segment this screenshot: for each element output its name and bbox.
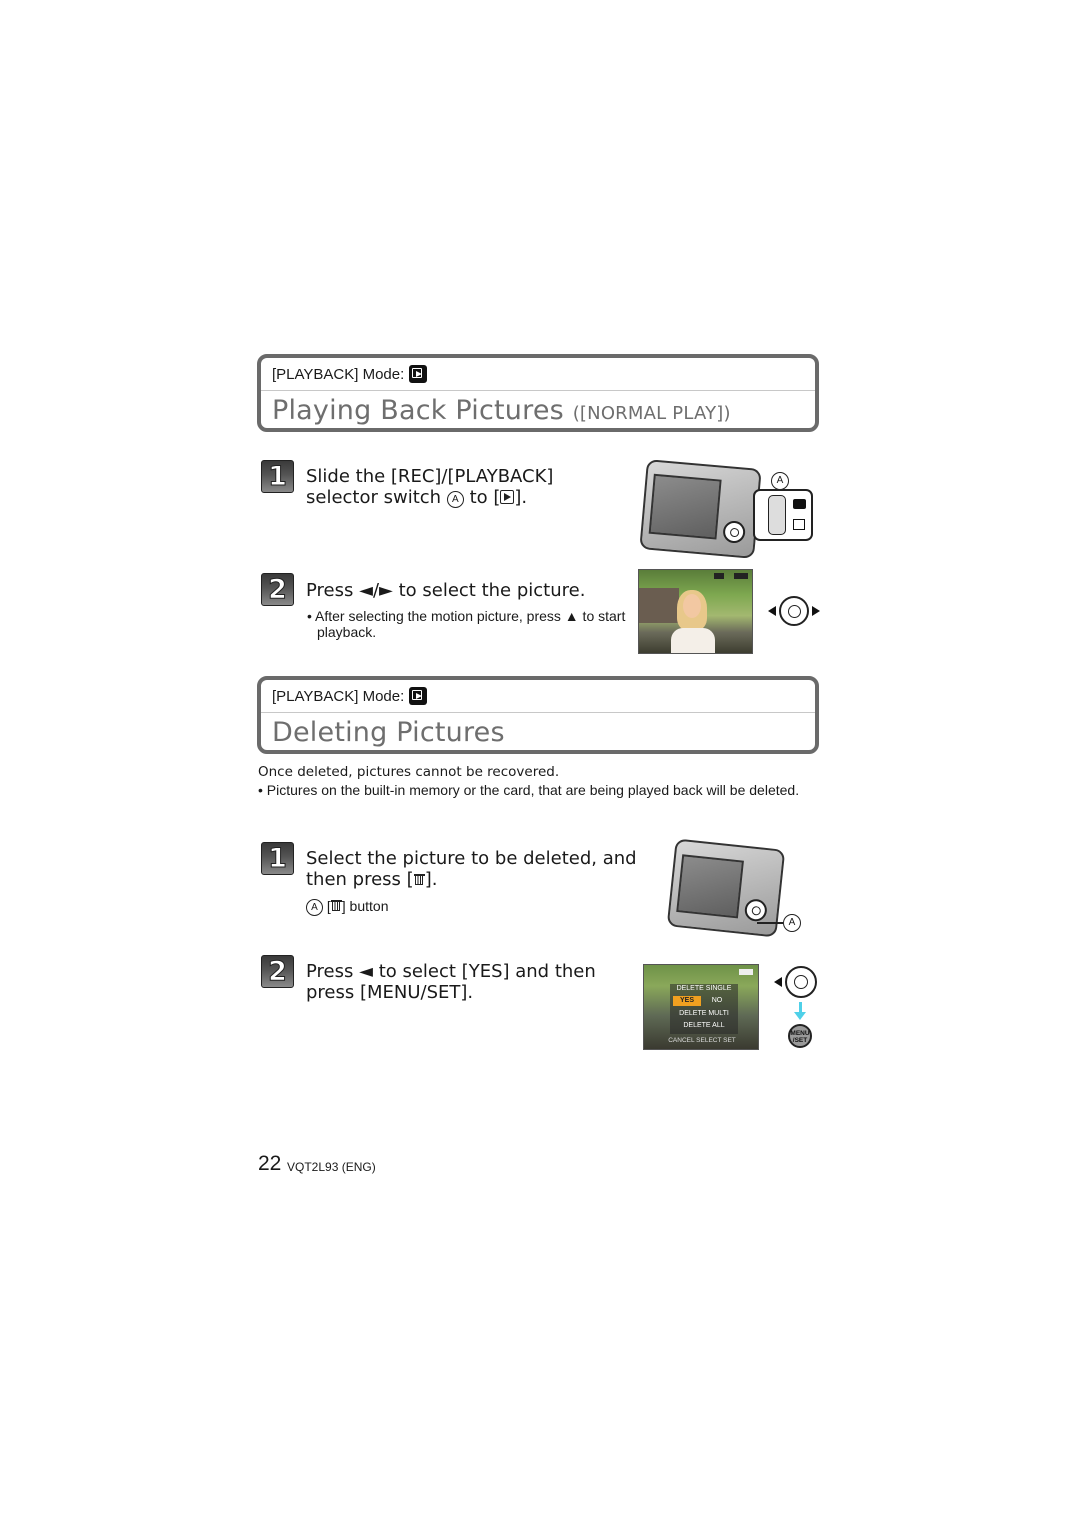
menu-option-yes[interactable]: YES (673, 996, 701, 1006)
battery-icon (734, 573, 748, 579)
section-title-text: Playing Back Pictures (272, 395, 564, 426)
delete-button-caption: A [] button (306, 898, 388, 916)
callout-a-icon: A (783, 914, 801, 932)
delete-menu-screen: DELETE SINGLE YES NO DELETE MULTI DELETE… (643, 964, 759, 1050)
line2-pre: then press [ (306, 869, 414, 890)
delete-warning: Once deleted, pictures cannot be recover… (258, 764, 560, 780)
dpad-icon (743, 898, 768, 923)
step-1-line2-post: ]. (514, 487, 528, 508)
playback-icon (793, 519, 805, 530)
camera-back-illustration: A (639, 459, 820, 560)
battery-icon (739, 969, 753, 975)
step-2-text: Press ◄/► to select the picture. (306, 580, 585, 601)
step-number-badge: 2 (261, 573, 294, 606)
playback-mode-icon (409, 365, 428, 383)
photo-roof (639, 588, 679, 623)
left-arrow-icon (768, 606, 776, 616)
playback-mode-icon (409, 687, 428, 705)
menu-item-delete-multi[interactable]: DELETE MULTI (672, 1010, 736, 1017)
left-arrow-icon: ◄ (359, 961, 373, 982)
delete-step-1-text: Select the picture to be deleted, and th… (306, 848, 637, 890)
delete-step-2-line1: Press ◄ to select [YES] and then (306, 961, 596, 982)
step-2-pre: Press (306, 580, 354, 601)
step-1-line2-mid: to [ (469, 487, 501, 508)
delete-step-1-line2: then press []. (306, 869, 637, 890)
mode-label: [PLAYBACK] Mode: (272, 687, 405, 705)
camera-screen (676, 854, 744, 919)
step-number-badge: 1 (261, 460, 294, 493)
photo-person-body (671, 628, 715, 653)
step-1-line1: Slide the [REC]/[PLAYBACK] (306, 466, 554, 487)
callout-a-icon: A (306, 899, 323, 916)
photo-quality-icon (714, 573, 724, 579)
switch-zoom-callout (753, 489, 813, 541)
section-title-sub: ([NORMAL PLAY]) (572, 403, 731, 424)
dpad-icon (785, 966, 817, 998)
section-playback-header: [PLAYBACK] Mode: Playing Back Pictures (… (257, 354, 819, 432)
trash-icon (413, 872, 425, 886)
menu-item-delete-all[interactable]: DELETE ALL (672, 1022, 736, 1029)
playback-screen-photo (638, 569, 753, 654)
page-number: 22 (258, 1152, 282, 1175)
line1-post: to select [YES] and then (378, 961, 596, 982)
menu-title: DELETE SINGLE (676, 985, 732, 992)
left-right-arrows-icon: ◄/► (359, 580, 393, 601)
line2-post: ]. (424, 869, 438, 890)
line1-pre: Press (306, 961, 354, 982)
step-2-post: to select the picture. (398, 580, 586, 601)
left-arrow-icon (774, 977, 782, 987)
dpad-left-right-illustration (768, 594, 823, 628)
step-1-text: Slide the [REC]/[PLAYBACK] selector swit… (306, 466, 553, 508)
mode-line: [PLAYBACK] Mode: (261, 680, 815, 713)
down-arrow-head (794, 1012, 806, 1020)
section-deleting-header: [PLAYBACK] Mode: Deleting Pictures (257, 676, 819, 754)
document-code: VQT2L93 (ENG) (287, 1160, 376, 1174)
step-1-line2-pre: selector switch (306, 487, 442, 508)
selector-switch (768, 495, 786, 535)
dpad-menu-set-illustration: MENU /SET (772, 964, 822, 1054)
delete-step-2-text: Press ◄ to select [YES] and then press [… (306, 961, 596, 1003)
section-title: Deleting Pictures (261, 713, 815, 753)
right-arrow-icon (812, 606, 820, 616)
delete-step-2-line2: press [MENU/SET]. (306, 982, 474, 1003)
delete-bullet-note: • Pictures on the built-in memory or the… (258, 782, 800, 798)
caption-post: ] button (341, 898, 389, 914)
camera-screen (648, 473, 722, 540)
camera-delete-button-illustration: A (665, 838, 810, 940)
step-2-note: • After selecting the motion picture, pr… (307, 608, 626, 640)
mode-label: [PLAYBACK] Mode: (272, 365, 405, 383)
camera-body (639, 459, 762, 559)
photo-person-face (683, 594, 701, 618)
menu-option-no[interactable]: NO (706, 996, 728, 1006)
step-number-badge: 1 (261, 842, 294, 875)
callout-a-icon: A (771, 472, 789, 490)
section-title: Playing Back Pictures ([NORMAL PLAY]) (261, 391, 815, 434)
trash-icon (330, 898, 342, 912)
callout-a-icon: A (446, 491, 464, 508)
menu-footer: CANCEL SELECT SET (668, 1037, 736, 1044)
dpad-icon (779, 596, 809, 626)
dpad-icon (722, 520, 747, 544)
callout-line (757, 922, 783, 924)
step-number-badge: 2 (261, 955, 294, 988)
playback-icon (500, 490, 515, 504)
delete-step-1-line1: Select the picture to be deleted, and (306, 848, 637, 869)
mode-line: [PLAYBACK] Mode: (261, 358, 815, 391)
menu-set-button-icon: MENU /SET (788, 1024, 812, 1048)
camera-mode-icon (793, 499, 806, 509)
section-title-text: Deleting Pictures (272, 717, 505, 748)
step-1-line2: selector switch A to []. (306, 487, 553, 508)
